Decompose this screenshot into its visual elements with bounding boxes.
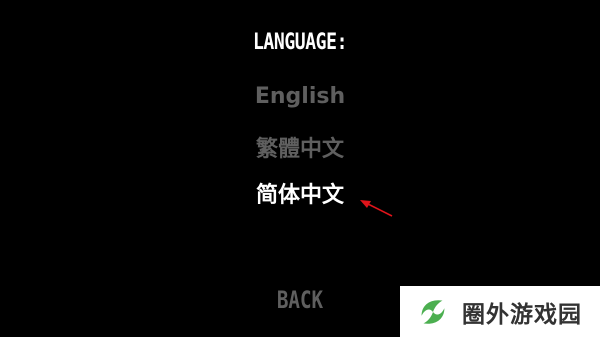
language-screen: LANGUAGE: English 繁體中文 简体中文 BACK 圈外游戏园 (0, 0, 600, 337)
language-option-simplified-chinese[interactable]: 简体中文 (0, 177, 600, 209)
language-option-traditional-chinese[interactable]: 繁體中文 (0, 131, 600, 163)
watermark-banner: 圈外游戏园 (400, 286, 600, 337)
language-option-english[interactable]: English (0, 84, 600, 109)
watermark-text: 圈外游戏园 (462, 301, 582, 328)
leaf-logo-icon (414, 293, 452, 330)
page-title: LANGUAGE: (252, 30, 348, 55)
